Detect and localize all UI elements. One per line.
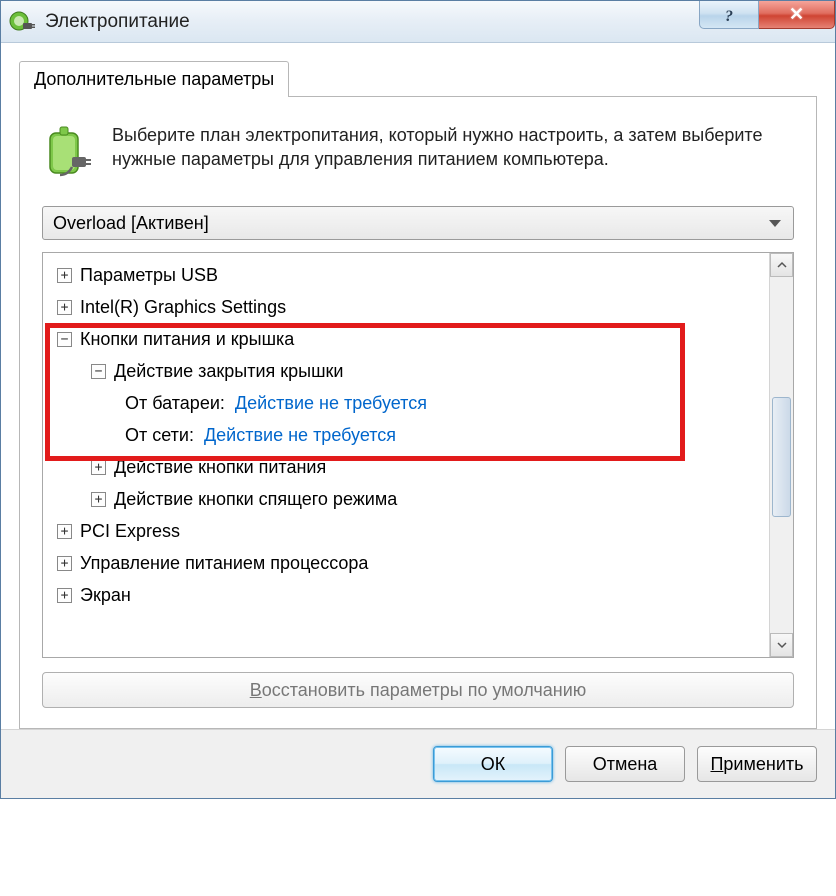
tab-advanced[interactable]: Дополнительные параметры bbox=[19, 61, 289, 97]
expand-icon[interactable]: + bbox=[57, 524, 72, 539]
button-bar: ОК Отмена Применить bbox=[1, 729, 835, 798]
power-options-window: Электропитание ? ✕ Дополнительные параме… bbox=[0, 0, 836, 799]
tree-label: Управление питанием процессора bbox=[80, 553, 368, 574]
scrollbar[interactable] bbox=[769, 253, 793, 657]
expand-icon[interactable]: + bbox=[57, 556, 72, 571]
scroll-up-button[interactable] bbox=[770, 253, 793, 277]
tree-content: + Параметры USB + Intel(R) Graphics Sett… bbox=[43, 253, 769, 657]
power-plan-value: Overload [Активен] bbox=[53, 213, 209, 234]
tree-item-sleep-button[interactable]: + Действие кнопки спящего режима bbox=[47, 483, 765, 515]
tree-label: Экран bbox=[80, 585, 131, 606]
tree-label: Параметры USB bbox=[80, 265, 218, 286]
ok-button[interactable]: ОК bbox=[433, 746, 553, 782]
tree-item-power-lid[interactable]: − Кнопки питания и крышка bbox=[47, 323, 765, 355]
window-title: Электропитание bbox=[45, 11, 699, 33]
tree-label: Действие закрытия крышки bbox=[114, 361, 343, 382]
tree-label: Кнопки питания и крышка bbox=[80, 329, 294, 350]
expand-icon[interactable]: + bbox=[57, 300, 72, 315]
apply-button[interactable]: Применить bbox=[697, 746, 817, 782]
close-icon: ✕ bbox=[789, 4, 804, 25]
tree-item-usb[interactable]: + Параметры USB bbox=[47, 259, 765, 291]
tree-label: PCI Express bbox=[80, 521, 180, 542]
scroll-thumb[interactable] bbox=[772, 397, 791, 517]
power-plan-select[interactable]: Overload [Активен] bbox=[42, 206, 794, 240]
tree-item-cpu[interactable]: + Управление питанием процессора bbox=[47, 547, 765, 579]
tab-panel: Выберите план электропитания, который ну… bbox=[19, 96, 817, 729]
expand-icon[interactable]: + bbox=[57, 268, 72, 283]
settings-tree: + Параметры USB + Intel(R) Graphics Sett… bbox=[42, 252, 794, 658]
expand-icon[interactable]: + bbox=[57, 588, 72, 603]
battery-icon bbox=[42, 123, 94, 184]
close-button[interactable]: ✕ bbox=[759, 1, 835, 29]
titlebar: Электропитание ? ✕ bbox=[1, 1, 835, 43]
tree-item-lid-plugged[interactable]: От сети: Действие не требуется bbox=[47, 419, 765, 451]
intro-section: Выберите план электропитания, который ну… bbox=[42, 123, 794, 184]
scroll-track[interactable] bbox=[770, 277, 793, 633]
setting-label: От батареи: bbox=[125, 393, 225, 414]
window-controls: ? ✕ bbox=[699, 1, 835, 42]
tree-label: Intel(R) Graphics Settings bbox=[80, 297, 286, 318]
svg-text:?: ? bbox=[725, 8, 733, 24]
intro-text: Выберите план электропитания, который ну… bbox=[112, 123, 794, 184]
collapse-icon[interactable]: − bbox=[57, 332, 72, 347]
setting-label: От сети: bbox=[125, 425, 194, 446]
power-plug-icon bbox=[9, 9, 35, 35]
tree-item-lid-action[interactable]: − Действие закрытия крышки bbox=[47, 355, 765, 387]
tree-item-lid-battery[interactable]: От батареи: Действие не требуется bbox=[47, 387, 765, 419]
collapse-icon[interactable]: − bbox=[91, 364, 106, 379]
tab-strip: Дополнительные параметры bbox=[19, 61, 817, 97]
restore-defaults-button[interactable]: Восстановить параметры по умолчанию bbox=[42, 672, 794, 708]
setting-value-link[interactable]: Действие не требуется bbox=[235, 393, 427, 414]
expand-icon[interactable]: + bbox=[91, 460, 106, 475]
tree-label: Действие кнопки питания bbox=[114, 457, 326, 478]
tree-item-graphics[interactable]: + Intel(R) Graphics Settings bbox=[47, 291, 765, 323]
tree-item-pci[interactable]: + PCI Express bbox=[47, 515, 765, 547]
dialog-body: Дополнительные параметры Выберите план э… bbox=[1, 43, 835, 729]
chevron-up-icon bbox=[777, 260, 787, 270]
help-button[interactable]: ? bbox=[699, 1, 759, 29]
chevron-down-icon bbox=[777, 640, 787, 650]
cancel-button[interactable]: Отмена bbox=[565, 746, 685, 782]
expand-icon[interactable]: + bbox=[91, 492, 106, 507]
tree-label: Действие кнопки спящего режима bbox=[114, 489, 397, 510]
tree-item-screen[interactable]: + Экран bbox=[47, 579, 765, 611]
scroll-down-button[interactable] bbox=[770, 633, 793, 657]
setting-value-link[interactable]: Действие не требуется bbox=[204, 425, 396, 446]
tree-item-power-button[interactable]: + Действие кнопки питания bbox=[47, 451, 765, 483]
